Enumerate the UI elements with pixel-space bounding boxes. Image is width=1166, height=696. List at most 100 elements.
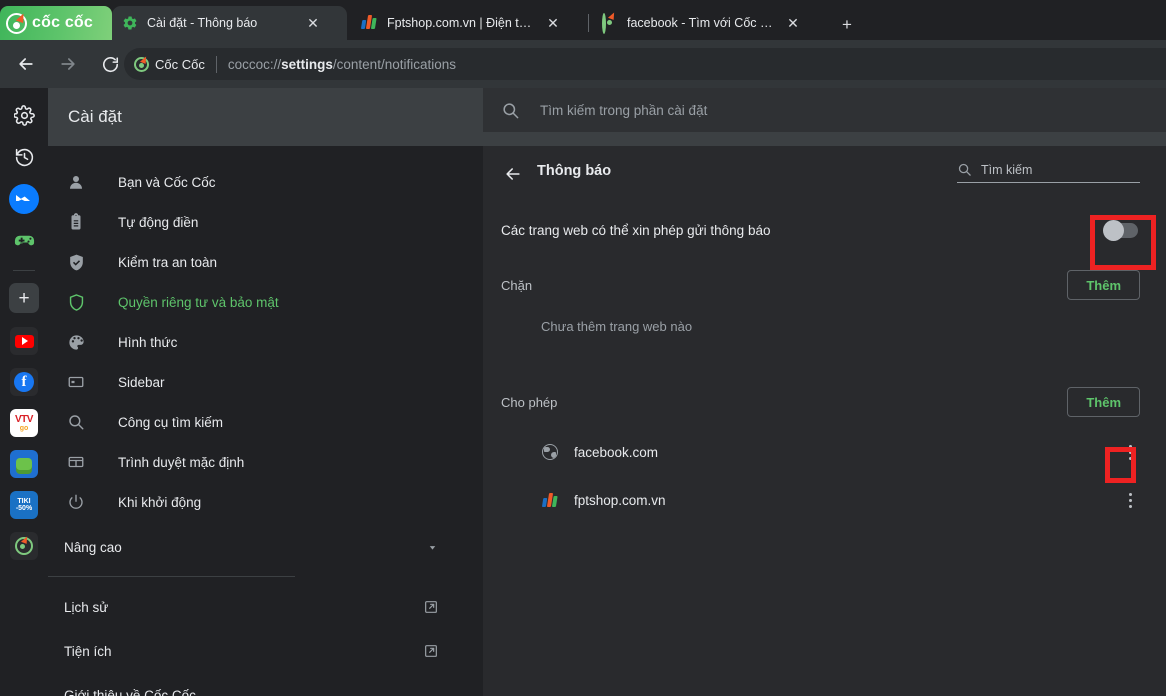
sidebar-item-label: Khi khởi động [118,494,202,510]
sidebar-item-label: Kiểm tra an toàn [118,254,218,270]
brand-label: cốc cốc [32,14,93,31]
sidebar-item-label: Lịch sử [64,599,109,615]
sidebar-item-safety-check[interactable]: Kiểm tra an toàn [48,242,483,282]
coccoc-brand-tab[interactable]: cốc cốc [0,6,112,40]
person-icon [64,170,88,194]
arrow-left-icon[interactable] [501,162,525,186]
rail-tile-coccoc-search[interactable] [10,532,38,560]
blocked-section-header: Chặn Thêm [483,259,1166,311]
sidebar-item-sidebar[interactable]: Sidebar [48,362,483,402]
shield-icon [64,290,88,314]
gunny-icon [16,458,32,470]
arrow-right-icon[interactable] [52,48,84,80]
allowed-add-button[interactable]: Thêm [1067,387,1140,417]
sidebar-item-privacy-security[interactable]: Quyền riêng tư và bảo mật [48,282,483,322]
url-bold-segment: settings [281,56,333,72]
facebook-kebab-menu[interactable] [1120,442,1140,462]
search-icon [957,162,972,177]
page-search-container[interactable] [957,162,1140,183]
sidebar-item-label: Sidebar [118,374,165,390]
sidebar-item-label: Tự động điền [118,214,199,230]
globe-icon [541,444,558,461]
sidebar-item-default-browser[interactable]: Trình duyệt mặc định [48,442,483,482]
tab-facebook-search[interactable]: facebook - Tìm với Cốc Cốc ✕ [592,6,827,40]
sidebar-item-appearance[interactable]: Hình thức [48,322,483,362]
close-icon[interactable]: ✕ [543,13,563,33]
tab-title: Fptshop.com.vn | Điện thoại, L [387,16,537,30]
add-app-button[interactable]: + [9,283,39,313]
sidebar-item-label: Quyền riêng tư và bảo mật [118,294,279,310]
allowed-section-header: Cho phép Thêm [483,376,1166,428]
rail-item-history[interactable] [9,142,39,172]
shield-check-icon [64,250,88,274]
sidebar-item-search-engine[interactable]: Công cụ tìm kiếm [48,402,483,442]
sidebar-item-label: Nâng cao [64,539,122,555]
omnibox-brand-label: Cốc Cốc [155,56,205,72]
coccoc-logo-icon [134,56,149,72]
rail-tile-facebook[interactable]: f [10,368,38,396]
settings-header: Cài đặt [48,88,483,146]
rail-tile-youtube[interactable] [10,327,38,355]
site-name: facebook.com [574,444,659,460]
history-clock-icon [14,147,35,168]
gear-icon [13,104,35,126]
permission-label: Các trang web có thể xin phép gửi thông … [501,222,771,238]
sidebar-item-label: Công cụ tìm kiếm [118,414,224,430]
rail-item-messenger[interactable] [9,184,39,214]
address-bar-url: coccoc://settings/content/notifications [228,57,456,72]
url-prefix: coccoc:// [227,56,282,72]
tab-divider [588,14,589,32]
power-icon [64,490,88,514]
search-input[interactable] [540,102,1000,118]
fptshop-kebab-menu[interactable] [1120,490,1140,510]
settings-search-container[interactable] [483,88,1166,132]
sidebar-item-about-coccoc[interactable]: Giới thiệu về Cốc Cốc [48,673,483,696]
rail-tile-gunny[interactable] [10,450,38,478]
tab-title: facebook - Tìm với Cốc Cốc [627,16,777,30]
page-title: Cài đặt [68,107,122,126]
gear-icon [122,15,138,31]
subpage-header: Thông báo [483,146,1166,201]
coccoc-search-icon [15,537,33,555]
external-link-icon [423,643,439,659]
blocked-add-button[interactable]: Thêm [1067,270,1140,300]
rail-divider [13,270,35,271]
sidebar-item-you-and-coccoc[interactable]: Bạn và Cốc Cốc [48,162,483,202]
sidebar-item-advanced[interactable]: Nâng cao [48,526,483,568]
notifications-toggle[interactable] [1103,219,1138,241]
fptshop-favicon [541,492,558,509]
rail-item-settings[interactable] [9,100,39,130]
sidebar-item-history[interactable]: Lịch sử [48,585,483,629]
tab-fptshop[interactable]: Fptshop.com.vn | Điện thoại, L ✕ [352,6,587,40]
tiki-discount-label: -50% [15,505,33,512]
site-name: fptshop.com.vn [574,492,666,508]
sidebar-item-label: Trình duyệt mặc định [118,454,245,470]
list-item[interactable]: facebook.com [483,428,1166,476]
reload-icon[interactable] [94,48,126,80]
url-suffix: /content/notifications [332,56,456,72]
settings-search-bar [483,88,1166,146]
tab-strip: cốc cốc Cài đặt - Thông báo ✕ Fptshop.co… [0,0,1166,40]
close-icon[interactable]: ✕ [783,13,803,33]
browser-toolbar: Cốc Cốc coccoc://settings/content/notifi… [0,40,1166,88]
vtv-label: VTV [15,413,33,425]
list-item[interactable]: fptshop.com.vn [483,476,1166,524]
new-tab-button[interactable]: + [837,14,857,34]
omnibox-divider [215,55,217,73]
tab-settings-notifications[interactable]: Cài đặt - Thông báo ✕ [112,6,347,40]
coccoc-logo-icon [6,12,27,34]
sidebar-item-extensions[interactable]: Tiện ích [48,629,483,673]
app-sidebar-rail: + f VTV go TIKI -50% [0,88,48,696]
sidebar-item-on-startup[interactable]: Khi khởi động [48,482,483,522]
page-search-input[interactable] [981,162,1131,177]
address-bar[interactable]: Cốc Cốc coccoc://settings/content/notifi… [124,48,1166,80]
arrow-left-icon[interactable] [10,48,42,80]
rail-tile-vtv-go[interactable]: VTV go [10,409,38,437]
clipboard-icon [64,210,88,234]
rail-tile-tiki[interactable]: TIKI -50% [10,491,38,519]
rail-item-game[interactable] [9,226,39,256]
tiki-label: TIKI [17,497,31,505]
close-icon[interactable]: ✕ [303,13,323,33]
sidebar-item-autofill[interactable]: Tự động điền [48,202,483,242]
settings-sidebar: Bạn và Cốc Cốc Tự động điền Kiểm tra an … [48,146,483,696]
